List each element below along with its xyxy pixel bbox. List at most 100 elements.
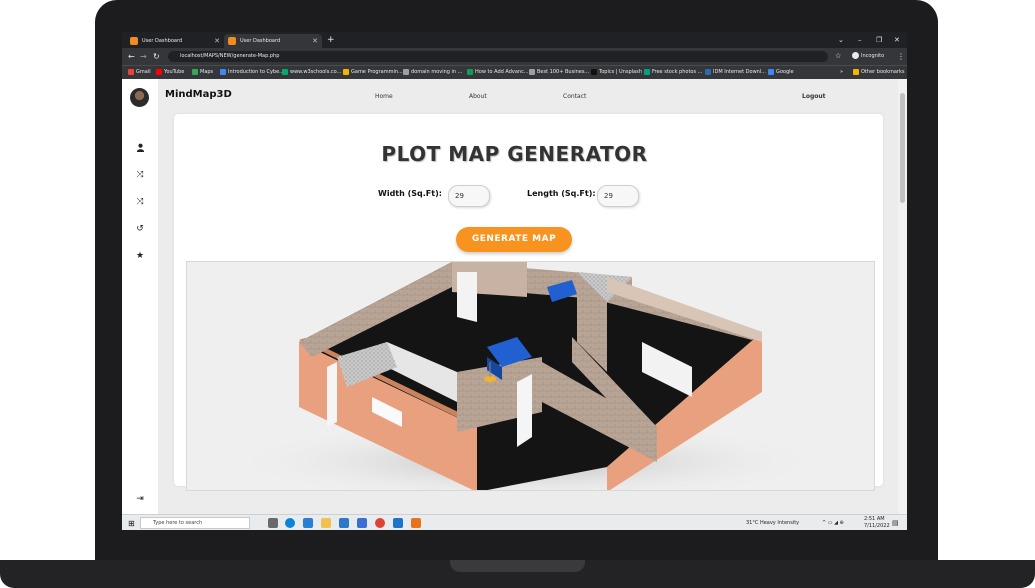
app-icon[interactable] xyxy=(393,518,403,528)
length-label: Length (Sq.Ft): xyxy=(527,189,596,198)
maximize-icon[interactable]: ❐ xyxy=(876,32,882,48)
bookmark-label: Topics | Unsplash xyxy=(599,69,642,75)
width-label: Width (Sq.Ft): xyxy=(378,189,442,198)
map-3d-viewer[interactable] xyxy=(186,261,875,491)
clock[interactable]: 2:51 AM 7/11/2022 xyxy=(864,516,890,530)
bookmark-item[interactable]: domain moving in ... xyxy=(403,66,462,79)
tab-title: User Dashboard xyxy=(142,38,183,44)
back-icon[interactable]: ← xyxy=(128,51,135,62)
nav-home[interactable]: Home xyxy=(375,93,393,100)
laptop-notch xyxy=(450,560,585,572)
nav-contact[interactable]: Contact xyxy=(563,93,586,100)
tab-favicon-icon xyxy=(228,37,236,45)
bookmarks-bar: Gmail YouTube Maps Introduction to Cybe.… xyxy=(122,65,907,79)
bookmark-label: Maps xyxy=(200,69,214,75)
search-placeholder: Type here to search xyxy=(153,520,203,526)
length-input[interactable] xyxy=(597,185,639,207)
browser-tabbar: User Dashboard ✕ User Dashboard ✕ + ⌄ – … xyxy=(122,32,907,48)
vscode-icon[interactable] xyxy=(303,518,313,528)
bookmark-item[interactable]: Introduction to Cybe... xyxy=(220,66,284,79)
bookmark-item[interactable]: How to Add Advanc... xyxy=(467,66,529,79)
bookmark-label: Gmail xyxy=(136,69,151,75)
door xyxy=(517,374,532,447)
bookmark-item[interactable]: Topics | Unsplash xyxy=(591,66,642,79)
tab-search-icon[interactable]: ⌄ xyxy=(838,32,844,48)
bookmark-favicon-icon xyxy=(282,68,288,75)
file-explorer-icon[interactable] xyxy=(321,518,331,528)
shuffle-icon[interactable]: ⤨ xyxy=(134,170,146,180)
address-bar[interactable]: localhost/MAPS/NEW/generate-Map.php xyxy=(168,51,828,62)
chrome-icon[interactable] xyxy=(375,518,385,528)
bookmark-item[interactable]: YouTube xyxy=(156,66,184,79)
mail-icon[interactable] xyxy=(357,518,367,528)
nav-about[interactable]: About xyxy=(469,93,487,100)
screen: User Dashboard ✕ User Dashboard ✕ + ⌄ – … xyxy=(122,32,907,530)
bookmark-label: Introduction to Cybe... xyxy=(228,69,284,75)
weather-widget[interactable]: 31°C Heavy Intensity xyxy=(746,515,799,530)
bookmark-item[interactable]: Google xyxy=(768,66,794,79)
floor-plan-render xyxy=(227,262,827,490)
incognito-icon xyxy=(852,52,859,59)
taskbar-search[interactable]: Type here to search xyxy=(140,517,250,529)
bookmark-label: domain moving in ... xyxy=(411,69,463,75)
close-tab-icon[interactable]: ✕ xyxy=(214,34,220,48)
tab-title: User Dashboard xyxy=(240,38,281,44)
bookmarks-overflow-icon[interactable]: » xyxy=(840,66,843,79)
bookmark-favicon-icon xyxy=(403,68,409,75)
incognito-badge[interactable]: Incognito xyxy=(852,51,884,62)
close-tab-icon[interactable]: ✕ xyxy=(312,34,318,48)
xampp-icon[interactable] xyxy=(411,518,421,528)
nav-logout[interactable]: Logout xyxy=(802,93,826,100)
clock-time: 2:51 AM xyxy=(864,516,885,522)
browser-tab[interactable]: User Dashboard ✕ xyxy=(126,34,224,48)
bookmark-label: www.w3schools.co... xyxy=(290,69,342,75)
task-view-icon[interactable] xyxy=(268,518,278,528)
bookmark-label: Best 100+ Busines... xyxy=(537,69,590,75)
store-icon[interactable] xyxy=(339,518,349,528)
bookmark-item[interactable]: Gmail xyxy=(128,66,151,79)
windows-start-icon[interactable]: ⊞ xyxy=(128,519,135,528)
minimize-icon[interactable]: – xyxy=(858,32,862,48)
bookmark-item[interactable]: Maps xyxy=(192,66,213,79)
bookmark-label: IDM Internet Downl... xyxy=(713,69,766,75)
incognito-label: Incognito xyxy=(861,53,885,59)
avatar[interactable] xyxy=(130,88,149,107)
bookmark-item[interactable]: www.w3schools.co... xyxy=(282,66,341,79)
bookmark-star-icon[interactable]: ☆ xyxy=(835,51,841,62)
bookmark-label: Game Programmin... xyxy=(351,69,403,75)
reload-icon[interactable]: ↻ xyxy=(153,51,160,62)
top-nav: MindMap3D Home About Contact Logout xyxy=(158,79,898,112)
width-input[interactable] xyxy=(448,185,490,207)
menu-icon[interactable]: ⋮ xyxy=(897,51,905,62)
new-tab-button[interactable]: + xyxy=(327,33,335,47)
logout-icon[interactable]: ⇥ xyxy=(134,494,146,504)
browser-tab-active[interactable]: User Dashboard ✕ xyxy=(224,34,322,48)
history-icon[interactable]: ↺ xyxy=(134,224,146,234)
forward-icon[interactable]: → xyxy=(140,51,147,62)
bookmark-favicon-icon xyxy=(343,68,349,75)
url-text: localhost/MAPS/NEW/generate-Map.php xyxy=(180,53,280,59)
bookmark-label: Free stock photos ... xyxy=(652,69,703,75)
notification-icon[interactable]: ▤ xyxy=(892,515,899,530)
close-window-icon[interactable]: ✕ xyxy=(894,32,900,48)
bookmark-favicon-icon xyxy=(591,68,597,75)
bookmark-favicon-icon xyxy=(467,68,473,75)
star-icon[interactable]: ★ xyxy=(134,251,146,261)
bookmark-favicon-icon xyxy=(705,68,711,75)
generate-map-button[interactable]: GENERATE MAP xyxy=(456,227,572,252)
page-title: PLOT MAP GENERATOR xyxy=(381,142,648,166)
other-bookmarks[interactable]: Other bookmarks xyxy=(853,66,904,79)
system-tray-icons[interactable]: ^ ▭ ◢ ⊕ xyxy=(822,515,844,530)
folder-icon xyxy=(853,68,859,75)
bookmark-favicon-icon xyxy=(768,68,774,75)
bookmark-favicon-icon xyxy=(192,68,198,75)
edge-icon[interactable] xyxy=(285,518,295,528)
tab-favicon-icon xyxy=(130,37,138,45)
bookmark-item[interactable]: Game Programmin... xyxy=(343,66,403,79)
clock-date: 7/11/2022 xyxy=(864,523,890,529)
bookmark-item[interactable]: Best 100+ Busines... xyxy=(529,66,589,79)
brand-logo-text[interactable]: MindMap3D xyxy=(165,89,232,100)
bookmark-item[interactable]: IDM Internet Downl... xyxy=(705,66,766,79)
bookmark-item[interactable]: Free stock photos ... xyxy=(644,66,702,79)
shuffle-icon[interactable]: ⤨ xyxy=(134,197,146,207)
